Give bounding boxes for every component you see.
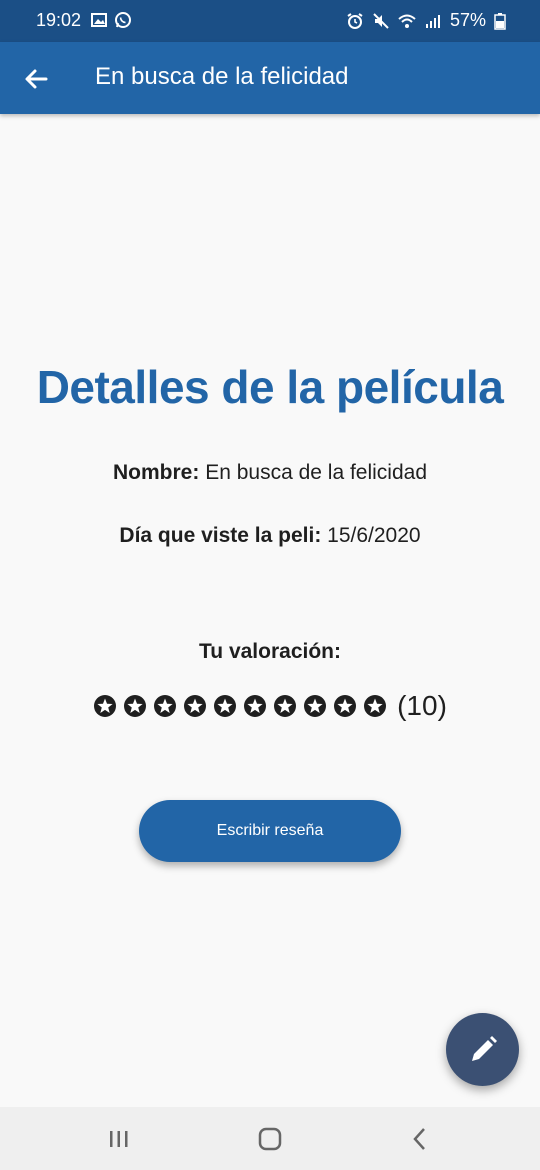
pencil-icon: [471, 1035, 497, 1061]
star-circle-icon[interactable]: [183, 694, 207, 718]
star-circle-icon[interactable]: [333, 694, 357, 718]
arrow-back-icon[interactable]: [20, 62, 54, 96]
page-title: Detalles de la película: [36, 361, 504, 413]
star-circle-icon[interactable]: [243, 694, 267, 718]
star-circle-icon[interactable]: [303, 694, 327, 718]
status-time: 19:02: [36, 10, 82, 30]
back-nav-icon[interactable]: [405, 1125, 435, 1153]
app-bar-title: En busca de la felicidad: [95, 63, 349, 90]
home-icon[interactable]: [255, 1125, 285, 1153]
date-label: Día que viste la peli:: [119, 524, 322, 547]
star-circle-icon[interactable]: [363, 694, 387, 718]
rating-label-row: Tu valoración:: [0, 640, 540, 664]
rating-label: Tu valoración:: [199, 640, 341, 663]
recents-icon[interactable]: [104, 1125, 134, 1153]
app-bar: En busca de la felicidad: [0, 42, 540, 114]
name-value: En busca de la felicidad: [205, 461, 427, 484]
star-circle-icon[interactable]: [93, 694, 117, 718]
edit-fab[interactable]: [446, 1013, 519, 1086]
write-review-button[interactable]: Escribir reseña: [139, 800, 401, 862]
signal-icon: [425, 14, 440, 28]
star-circle-icon[interactable]: [123, 694, 147, 718]
mute-icon: [373, 12, 389, 29]
date-value: 15/6/2020: [327, 524, 421, 547]
rating-row: (10): [0, 690, 540, 722]
star-circle-icon[interactable]: [273, 694, 297, 718]
battery-percent: 57%: [449, 10, 486, 30]
status-bar: 19:02 57%: [0, 0, 540, 42]
wifi-icon: [398, 14, 416, 28]
name-label: Nombre:: [113, 461, 200, 484]
star-circle-icon[interactable]: [213, 694, 237, 718]
battery-icon: [494, 12, 506, 30]
whatsapp-icon: [115, 12, 131, 28]
name-row: Nombre: En busca de la felicidad: [0, 461, 540, 485]
star-circle-icon[interactable]: [153, 694, 177, 718]
alarm-icon: [347, 12, 363, 29]
image-icon: [91, 13, 107, 27]
system-nav-bar: [0, 1107, 540, 1170]
write-review-label: Escribir reseña: [216, 822, 324, 839]
rating-count: (10): [397, 690, 447, 721]
rating-stars: [93, 694, 387, 718]
date-row: Día que viste la peli: 15/6/2020: [0, 524, 540, 548]
